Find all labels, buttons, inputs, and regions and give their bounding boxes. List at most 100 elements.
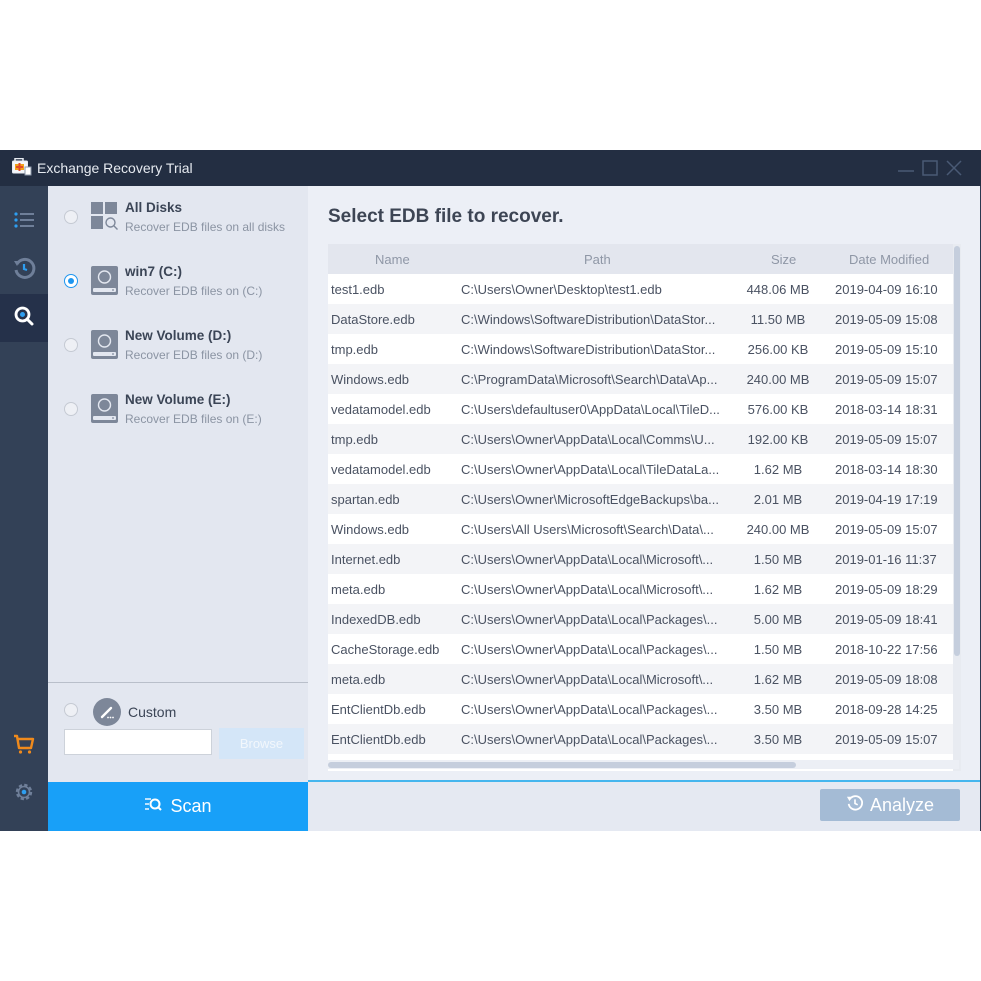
table-row[interactable]: EntClientDb.edb C:\Users\Owner\AppData\Lo… [328, 694, 959, 724]
cell-path: C:\Users\Owner\AppData\Local\Microsoft\.… [461, 582, 714, 597]
cell-date: 2019-05-09 15:07 [835, 432, 938, 447]
disk-name: win7 (C:) [125, 264, 182, 279]
cell-path: C:\Users\Owner\AppData\Local\TileDataLa.… [461, 462, 720, 477]
radio-d[interactable] [64, 338, 78, 352]
cell-path: C:\Users\Owner\Desktop\test1.edb [461, 282, 662, 297]
cell-name: Windows.edb [331, 522, 410, 537]
cell-date: 2019-04-09 16:10 [835, 282, 938, 297]
cell-size: 5.00 MB [753, 612, 803, 627]
disk-item-all-disks[interactable]: All Disks Recover EDB files on all disks [48, 198, 308, 254]
table-row[interactable]: Windows.edb C:\ProgramData\Microsoft\Sear… [328, 364, 959, 394]
column-header-name[interactable]: Name [375, 252, 410, 267]
disk-name: New Volume (E:) [125, 392, 231, 407]
cell-path: C:\Users\Owner\AppData\Local\Packages\..… [461, 642, 718, 657]
table-row[interactable]: IndexedDB.edb C:\Users\Owner\AppData\Loca… [328, 604, 959, 634]
cell-size: 192.00 KB [747, 432, 809, 447]
cell-name: DataStore.edb [331, 312, 415, 327]
edit-icon [93, 698, 121, 726]
disk-description: Recover EDB files on (C:) [125, 284, 263, 298]
cell-date: 2018-10-22 17:56 [835, 642, 938, 657]
cell-path: C:\Users\All Users\Microsoft\Search\Data… [461, 522, 714, 537]
table-row[interactable]: vedatamodel.edb C:\Users\Owner\AppData\Lo… [328, 454, 959, 484]
cell-name: vedatamodel.edb [331, 402, 431, 417]
cell-path: C:\Users\Owner\AppData\Local\Packages\..… [461, 732, 718, 747]
window-title: Exchange Recovery Trial [37, 160, 193, 176]
radio-all-disks[interactable] [64, 210, 78, 224]
radio-custom[interactable] [64, 703, 78, 717]
cell-size: 1.50 MB [753, 642, 803, 657]
table-header: Name Path Size Date Modified [328, 244, 959, 274]
disk-item-c[interactable]: win7 (C:) Recover EDB files on (C:) [48, 262, 308, 318]
cell-size: 2.01 MB [753, 492, 803, 507]
cell-size: 3.50 MB [753, 702, 803, 717]
column-header-date[interactable]: Date Modified [849, 252, 929, 267]
app-window: Exchange Recovery Trial All Disks Recove… [0, 150, 981, 831]
rail-item-settings[interactable] [0, 770, 48, 818]
column-header-path[interactable]: Path [584, 252, 611, 267]
rail-item-list[interactable] [0, 198, 48, 246]
horizontal-scrollbar[interactable] [328, 760, 959, 769]
cell-date: 2019-04-19 17:19 [835, 492, 938, 507]
cell-date: 2018-09-28 14:25 [835, 702, 938, 717]
browse-button[interactable]: Browse [219, 728, 304, 759]
cell-date: 2019-05-09 15:08 [835, 312, 938, 327]
cell-size: 11.50 MB [750, 312, 806, 327]
cell-date: 2019-05-09 18:08 [835, 672, 938, 687]
cell-name: EntClientDb.edb [331, 732, 426, 747]
rail-item-cart[interactable] [0, 722, 48, 770]
analyze-button[interactable]: Analyze [820, 789, 960, 821]
cell-name: tmp.edb [331, 432, 378, 447]
cell-path: C:\Users\Owner\AppData\Local\Packages\..… [461, 612, 718, 627]
table-row[interactable]: Internet.edb C:\Users\Owner\AppData\Local… [328, 544, 959, 574]
cell-size: 448.06 MB [746, 282, 810, 297]
cell-name: meta.edb [331, 582, 386, 597]
table-row[interactable]: test1.edb C:\Users\Owner\Desktop\test1.ed… [328, 274, 959, 304]
table-row[interactable]: Windows.edb C:\Users\All Users\Microsoft\… [328, 514, 959, 544]
disk-item-e[interactable]: New Volume (E:) Recover EDB files on (E:… [48, 390, 308, 446]
cell-date: 2019-05-09 18:29 [835, 582, 938, 597]
table-row[interactable]: EntClientDb.edb C:\Users\Owner\AppData\Lo… [328, 724, 959, 754]
close-button[interactable] [944, 158, 964, 178]
maximize-button[interactable] [920, 158, 940, 178]
radio-e[interactable] [64, 402, 78, 416]
all-disks-icon [91, 202, 119, 232]
radio-c[interactable] [64, 274, 78, 288]
cell-date: 2019-05-09 15:07 [835, 522, 938, 537]
app-logo-icon [12, 157, 32, 176]
column-header-size[interactable]: Size [771, 252, 796, 267]
cell-date: 2018-03-14 18:31 [835, 402, 938, 417]
custom-path-input[interactable] [64, 729, 212, 755]
cell-size: 3.50 MB [753, 732, 803, 747]
disk-item-d[interactable]: New Volume (D:) Recover EDB files on (D:… [48, 326, 308, 382]
gear-icon [12, 780, 36, 809]
rail-item-search[interactable] [0, 294, 48, 342]
title-bar: Exchange Recovery Trial [0, 150, 981, 186]
horizontal-scroll-thumb[interactable] [328, 762, 796, 768]
vertical-scroll-thumb[interactable] [954, 246, 960, 656]
cell-path: C:\Users\Owner\MicrosoftEdgeBackups\ba..… [461, 492, 719, 507]
table-row[interactable]: tmp.edb C:\Windows\SoftwareDistribution\D… [328, 334, 959, 364]
cell-date: 2019-01-16 11:37 [835, 552, 937, 567]
cell-path: C:\Windows\SoftwareDistribution\DataStor… [461, 312, 716, 327]
history-icon [12, 256, 36, 285]
cell-date: 2019-05-09 15:07 [835, 372, 938, 387]
cell-path: C:\Users\Owner\AppData\Local\Comms\U... [461, 432, 715, 447]
table-row[interactable]: meta.edb C:\Users\Owner\AppData\Local\Mic… [328, 664, 959, 694]
cell-path: C:\Users\Owner\AppData\Local\Microsoft\.… [461, 672, 714, 687]
cell-date: 2018-03-14 18:30 [835, 462, 938, 477]
table-row[interactable]: CacheStorage.edb C:\Users\Owner\AppData\L… [328, 634, 959, 664]
cell-date: 2019-05-09 15:10 [835, 342, 938, 357]
table-row[interactable]: vedatamodel.edb C:\Users\defaultuser0\App… [328, 394, 959, 424]
table-row[interactable]: tmp.edb C:\Users\Owner\AppData\Local\Comm… [328, 424, 959, 454]
cell-name: tmp.edb [331, 342, 378, 357]
table-row[interactable]: DataStore.edb C:\Windows\SoftwareDistribu… [328, 304, 959, 334]
table-row[interactable]: meta.edb C:\Users\Owner\AppData\Local\Mic… [328, 574, 959, 604]
minimize-button[interactable] [896, 158, 916, 178]
cell-size: 1.62 MB [753, 462, 803, 477]
table-row[interactable]: spartan.edb C:\Users\Owner\MicrosoftEdgeB… [328, 484, 959, 514]
cell-name: Internet.edb [331, 552, 401, 567]
rail-item-history[interactable] [0, 246, 48, 294]
vertical-scrollbar[interactable] [953, 244, 961, 771]
scan-button[interactable]: Scan [48, 782, 308, 831]
cell-name: test1.edb [331, 282, 385, 297]
